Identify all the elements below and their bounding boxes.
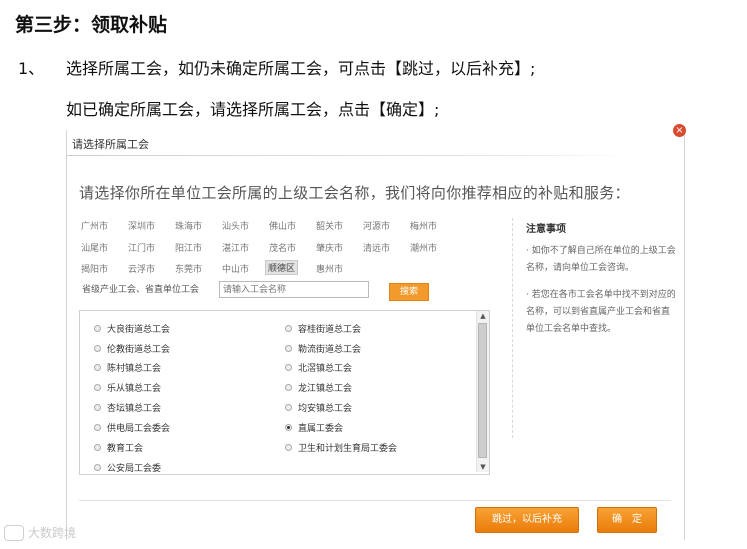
scroll-down-icon[interactable]: ▼ xyxy=(477,462,489,472)
watermark: 大数跨境 xyxy=(4,524,76,541)
union-option-label: 勒流街道总工会 xyxy=(298,345,362,355)
title-divider xyxy=(67,155,627,156)
radio-icon[interactable] xyxy=(94,424,101,431)
union-option-label: 乐从镇总工会 xyxy=(107,384,162,394)
radio-icon[interactable] xyxy=(94,345,101,352)
union-option[interactable]: 伦教街道总工会 xyxy=(94,342,170,355)
doc-heading: 第三步：领取补贴 xyxy=(15,14,168,36)
union-option[interactable]: 杏坛镇总工会 xyxy=(94,401,161,414)
radio-icon[interactable] xyxy=(285,325,292,332)
radio-icon[interactable] xyxy=(94,325,101,332)
radio-checked-icon[interactable] xyxy=(285,424,292,431)
radio-icon[interactable] xyxy=(94,364,101,371)
city-shaoguan[interactable]: 韶关市 xyxy=(316,219,343,232)
union-search-input[interactable] xyxy=(219,281,369,298)
city-zhongshan[interactable]: 中山市 xyxy=(222,262,249,275)
radio-icon[interactable] xyxy=(94,404,101,411)
notes-title: 注意事项 xyxy=(526,224,566,235)
list-scrollbar[interactable]: ▲ ▼ xyxy=(476,311,489,472)
union-option-label: 伦教街道总工会 xyxy=(107,345,171,355)
union-option[interactable]: 龙江镇总工会 xyxy=(285,381,352,394)
radio-icon[interactable] xyxy=(94,384,101,391)
confirm-button[interactable]: 确 定 xyxy=(597,507,657,533)
doc-instruction-line2: 如已确定所属工会，请选择所属工会，点击【确定】; xyxy=(66,100,440,119)
city-shantou[interactable]: 汕头市 xyxy=(222,219,249,232)
dialog-prompt: 请选择你所在单位工会所属的上级工会名称，我们将向你推荐相应的补贴和服务： xyxy=(79,184,630,202)
watermark-text: 大数跨境 xyxy=(28,526,77,540)
radio-icon[interactable] xyxy=(285,364,292,371)
city-qingyuan[interactable]: 清远市 xyxy=(363,241,390,254)
scroll-thumb[interactable] xyxy=(478,323,487,458)
footer-divider xyxy=(79,500,671,501)
union-option[interactable]: 公安局工会委 xyxy=(94,461,161,474)
union-option-label: 教育工会 xyxy=(107,444,144,454)
union-option[interactable]: 容桂街道总工会 xyxy=(285,322,361,335)
doc-instruction-line1: 选择所属工会，如仍未确定所属工会，可点击【跳过，以后补充】; xyxy=(66,59,536,78)
union-option[interactable]: 北滘镇总工会 xyxy=(285,361,352,374)
radio-icon[interactable] xyxy=(285,444,292,451)
union-option-label: 均安镇总工会 xyxy=(298,404,353,414)
city-zhuhai[interactable]: 珠海市 xyxy=(175,219,202,232)
union-option[interactable]: 教育工会 xyxy=(94,441,143,454)
city-guangzhou[interactable]: 广州市 xyxy=(81,219,108,232)
union-option-label: 容桂街道总工会 xyxy=(298,325,362,335)
city-chaozhou[interactable]: 潮州市 xyxy=(410,241,437,254)
city-huizhou[interactable]: 惠州市 xyxy=(316,262,343,275)
union-option[interactable]: 乐从镇总工会 xyxy=(94,381,161,394)
city-maoming[interactable]: 茂名市 xyxy=(269,241,296,254)
city-shanwei[interactable]: 汕尾市 xyxy=(81,241,108,254)
union-option-label: 供电局工会委会 xyxy=(107,424,171,434)
city-meizhou[interactable]: 梅州市 xyxy=(410,219,437,232)
union-option-label: 大良街道总工会 xyxy=(107,325,171,335)
city-heyuan[interactable]: 河源市 xyxy=(363,219,390,232)
dialog-title: 请选择所属工会 xyxy=(72,138,149,151)
note-item: · 如你不了解自己所在单位的上级工会名称，请向单位工会咨询。 xyxy=(526,246,676,273)
note-item: · 若您在各市工会名单中找不到对应的名称，可以到省直属产业工会和省直单位工会名单… xyxy=(526,290,676,334)
union-option-label: 龙江镇总工会 xyxy=(298,384,353,394)
skip-button[interactable]: 跳过，以后补充 xyxy=(475,507,579,533)
radio-icon[interactable] xyxy=(285,384,292,391)
union-option-label: 杏坛镇总工会 xyxy=(107,404,162,414)
city-yunfu[interactable]: 云浮市 xyxy=(128,262,155,275)
watermark-logo-icon xyxy=(4,524,24,541)
search-button[interactable]: 搜索 xyxy=(389,283,429,301)
radio-icon[interactable] xyxy=(285,404,292,411)
union-option-label: 卫生和计划生育局工委会 xyxy=(298,444,398,454)
union-option[interactable]: 大良街道总工会 xyxy=(94,322,170,335)
union-option[interactable]: 供电局工会委会 xyxy=(94,421,170,434)
city-jieyang[interactable]: 揭阳市 xyxy=(81,262,108,275)
union-option[interactable]: 卫生和计划生育局工委会 xyxy=(285,441,397,454)
radio-icon[interactable] xyxy=(285,345,292,352)
city-dongguan[interactable]: 东莞市 xyxy=(175,262,202,275)
doc-step-number: 1、 xyxy=(18,59,45,78)
radio-icon[interactable] xyxy=(94,464,101,471)
union-select-dialog: 请选择所属工会 × 请选择你所在单位工会所属的上级工会名称，我们将向你推荐相应的… xyxy=(66,124,686,540)
city-jiangmen[interactable]: 江门市 xyxy=(128,241,155,254)
city-zhanjiang[interactable]: 湛江市 xyxy=(222,241,249,254)
union-option[interactable]: 勒流街道总工会 xyxy=(285,342,361,355)
city-shenzhen[interactable]: 深圳市 xyxy=(128,219,155,232)
union-option-label: 陈村镇总工会 xyxy=(107,364,162,374)
union-option-label: 北滘镇总工会 xyxy=(298,364,353,374)
city-yangjiang[interactable]: 阳江市 xyxy=(175,241,202,254)
radio-icon[interactable] xyxy=(94,444,101,451)
city-zhaoqing[interactable]: 肇庆市 xyxy=(316,241,343,254)
union-option[interactable]: 均安镇总工会 xyxy=(285,401,352,414)
city-shunde-selected[interactable]: 顺德区 xyxy=(265,260,299,275)
city-foshan[interactable]: 佛山市 xyxy=(269,219,296,232)
union-option[interactable]: 陈村镇总工会 xyxy=(94,361,161,374)
notes-divider xyxy=(512,218,513,438)
scroll-up-icon[interactable]: ▲ xyxy=(477,311,489,321)
union-option-label: 公安局工会委 xyxy=(107,464,162,474)
union-option-selected[interactable]: 直属工委会 xyxy=(285,421,343,434)
union-option-list: 大良街道总工会 伦教街道总工会 陈村镇总工会 乐从镇总工会 杏坛镇总工会 供电局… xyxy=(79,310,490,475)
close-icon[interactable]: × xyxy=(673,124,686,137)
union-option-label: 直属工委会 xyxy=(298,424,344,434)
provincial-union-label[interactable]: 省级产业工会、省直单位工会 xyxy=(82,282,199,295)
